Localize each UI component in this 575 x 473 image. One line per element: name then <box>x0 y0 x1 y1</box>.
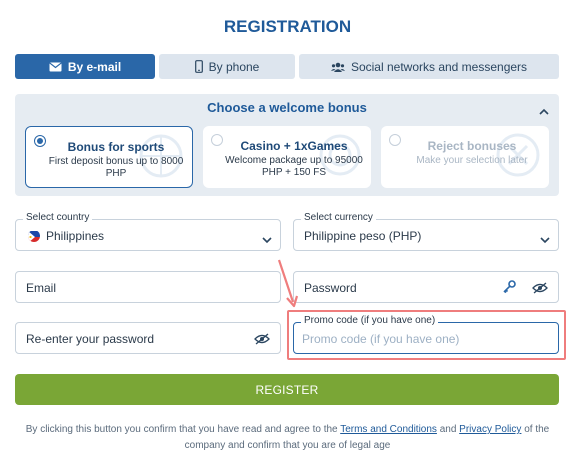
chevron-down-icon <box>540 231 550 249</box>
bonus-option-casino[interactable]: Casino + 1xGames Welcome package up to 9… <box>203 126 371 188</box>
bonus-option-reject[interactable]: Reject bonuses Make your selection later <box>381 126 549 188</box>
country-label: Select country <box>23 212 93 223</box>
eye-slash-icon[interactable] <box>532 281 548 299</box>
philippines-flag-icon <box>28 230 40 242</box>
reenter-password-placeholder: Re-enter your password <box>26 332 155 346</box>
eye-slash-icon[interactable] <box>254 332 270 350</box>
tab-label: By phone <box>208 59 260 74</box>
page-title: REGISTRATION <box>223 17 352 36</box>
radio-button[interactable] <box>211 134 223 146</box>
bonus-description: First deposit bonus up to 8000 PHP <box>48 156 184 179</box>
terms-link[interactable]: Terms and Conditions <box>340 424 437 435</box>
email-field[interactable]: Email <box>15 271 281 303</box>
bonus-option-sports[interactable]: Bonus for sports First deposit bonus up … <box>25 126 193 188</box>
registration-method-tabs: By e-mail By phone Social networks and m… <box>15 54 559 79</box>
register-button[interactable]: REGISTER <box>15 374 559 405</box>
password-field[interactable]: Password <box>293 271 559 303</box>
bonus-description: Welcome package up to 95000 PHP + 150 FS <box>225 155 363 178</box>
welcome-bonus-panel: Choose a welcome bonus Bonus for sports … <box>15 94 559 196</box>
bonus-title: Bonus for sports <box>67 140 165 154</box>
legal-disclaimer: By clicking this button you confirm that… <box>10 422 565 454</box>
privacy-policy-link[interactable]: Privacy Policy <box>459 424 521 435</box>
reenter-password-field[interactable]: Re-enter your password <box>15 322 281 354</box>
people-icon <box>330 62 345 72</box>
tab-label: By e-mail <box>67 59 122 74</box>
email-placeholder: Email <box>26 281 57 295</box>
bonus-heading: Choose a welcome bonus <box>207 100 367 115</box>
promo-code-input[interactable] <box>302 330 542 348</box>
envelope-icon <box>48 61 62 72</box>
bonus-title: Reject bonuses <box>427 139 517 153</box>
password-placeholder: Password <box>304 281 357 295</box>
key-icon[interactable] <box>502 280 516 299</box>
tab-label: Social networks and messengers <box>350 59 528 74</box>
currency-value: Philippine peso (PHP) <box>304 229 422 243</box>
tab-social-networks[interactable]: Social networks and messengers <box>299 54 559 79</box>
tab-by-email[interactable]: By e-mail <box>15 54 155 79</box>
tab-by-phone[interactable]: By phone <box>159 54 295 79</box>
currency-select[interactable]: Select currency Philippine peso (PHP) <box>293 212 559 251</box>
country-select[interactable]: Select country Philippines <box>15 212 281 251</box>
disclaimer-text: By clicking this button you confirm that… <box>25 424 341 435</box>
chevron-down-icon <box>262 231 272 249</box>
bonus-description: Make your selection later <box>416 155 528 166</box>
phone-icon <box>194 60 203 73</box>
promo-code-field[interactable]: Promo code (if you have one) <box>293 315 559 354</box>
bonus-title: Casino + 1xGames <box>240 139 348 153</box>
currency-label: Select currency <box>301 212 376 223</box>
disclaimer-text: and <box>436 424 460 435</box>
chevron-up-icon[interactable] <box>539 102 549 120</box>
radio-button[interactable] <box>34 135 46 147</box>
country-value: Philippines <box>46 229 105 243</box>
radio-button[interactable] <box>389 134 401 146</box>
promo-code-label: Promo code (if you have one) <box>301 315 439 326</box>
pointer-arrow-icon <box>276 258 300 315</box>
